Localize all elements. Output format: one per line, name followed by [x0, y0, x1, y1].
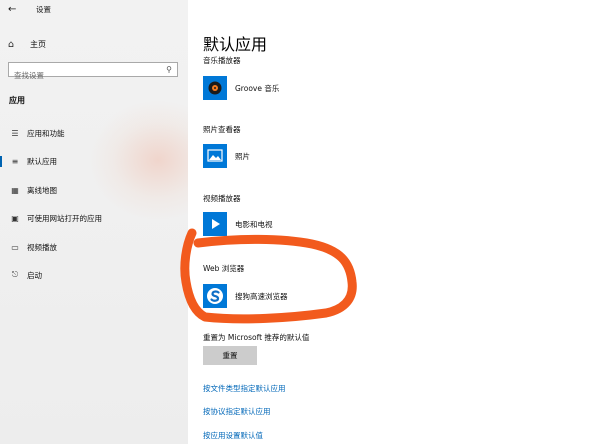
sidebar-item-label: 可使用网站打开的应用: [27, 213, 102, 223]
photos-icon: [203, 144, 227, 168]
home-icon: ⌂: [8, 38, 15, 50]
app-name: 照片: [235, 151, 250, 161]
reset-label: 重置为 Microsoft 推荐的默认值: [203, 333, 310, 342]
search-icon: ⚲: [166, 65, 172, 74]
category-label-browser: Web 浏览器: [203, 264, 245, 273]
selection-indicator: [0, 156, 2, 167]
link-by-file-type[interactable]: 按文件类型指定默认应用: [203, 383, 286, 394]
home-button[interactable]: ⌂ 主页: [8, 36, 46, 52]
map-icon: ▦: [11, 185, 19, 195]
browser-app-button[interactable]: 搜狗高速浏览器: [203, 284, 288, 308]
back-arrow-icon[interactable]: ←: [8, 4, 22, 16]
sidebar-item-label: 离线地图: [27, 185, 57, 195]
apps-list-icon: ☰: [11, 128, 19, 138]
sogou-browser-icon: [203, 284, 227, 308]
music-app-button[interactable]: Groove 音乐: [203, 76, 279, 100]
home-label: 主页: [30, 39, 46, 49]
sidebar-item-label: 启动: [27, 270, 42, 280]
window-title: 设置: [36, 5, 51, 14]
video-app-button[interactable]: 电影和电视: [203, 212, 273, 236]
app-name: 搜狗高速浏览器: [235, 291, 288, 301]
sidebar-item-apps-for-websites[interactable]: ▣ 可使用网站打开的应用: [0, 208, 188, 228]
page-title: 默认应用: [203, 35, 268, 54]
search-input[interactable]: [9, 69, 164, 82]
reset-button[interactable]: 重置: [203, 346, 257, 365]
sidebar-item-label: 默认应用: [27, 156, 57, 166]
app-name: Groove 音乐: [235, 83, 280, 93]
category-label-photos: 照片查看器: [203, 125, 241, 134]
startup-icon: ⎋: [11, 270, 19, 279]
default-apps-icon: ≡: [11, 156, 19, 166]
sidebar-item-offline-maps[interactable]: ▦ 离线地图: [0, 180, 188, 200]
category-label-video: 视频播放器: [203, 194, 241, 203]
video-icon: ▭: [11, 242, 19, 252]
sidebar-item-startup[interactable]: ⎋ 启动: [0, 265, 188, 285]
sidebar-item-video-playback[interactable]: ▭ 视频播放: [0, 237, 188, 257]
sidebar-item-apps-features[interactable]: ☰ 应用和功能: [0, 123, 188, 143]
web-app-icon: ▣: [11, 213, 19, 223]
sidebar-item-default-apps[interactable]: ≡ 默认应用: [0, 151, 188, 171]
search-box[interactable]: ⚲: [8, 62, 178, 82]
groove-music-icon: [203, 76, 227, 100]
sidebar-item-label: 应用和功能: [27, 128, 65, 138]
category-label-music: 音乐播放器: [203, 56, 241, 65]
main-content: 默认应用 音乐播放器 Groove 音乐 照片查看器 照片 视频播放器 电影和电…: [188, 0, 600, 444]
app-name: 电影和电视: [235, 219, 273, 229]
sidebar-item-label: 视频播放: [27, 242, 57, 252]
section-title: 应用: [9, 96, 25, 105]
link-by-app[interactable]: 按应用设置默认值: [203, 430, 263, 441]
link-by-protocol[interactable]: 按协议指定默认应用: [203, 406, 271, 417]
movies-tv-icon: [203, 212, 227, 236]
sidebar: ← 设置 ⌂ 主页 ⚲ 应用 ☰ 应用和功能 ≡ 默认应用 ▦ 离线地图 ▣ 可…: [0, 0, 188, 444]
photo-app-button[interactable]: 照片: [203, 144, 250, 168]
